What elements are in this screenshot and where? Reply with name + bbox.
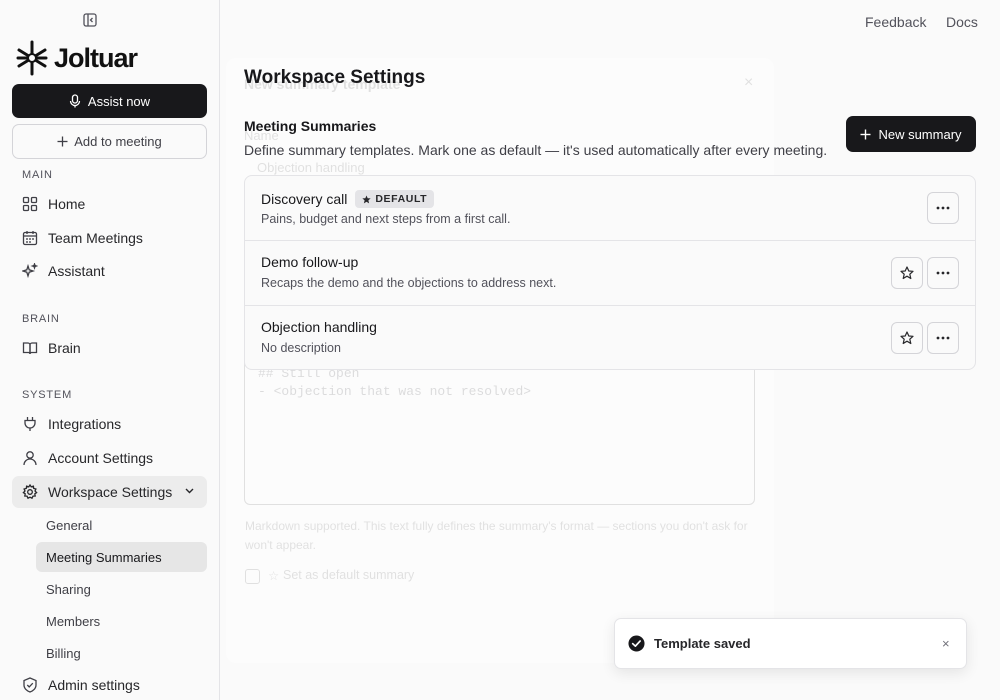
sidebar-subitem-general[interactable]: General [36,510,207,540]
assist-now-button[interactable]: Assist now [12,84,207,118]
section-label-system: SYSTEM [22,389,73,401]
template-more-button[interactable] [927,192,959,224]
sidebar-subitem-sharing[interactable]: Sharing [36,574,207,604]
ghost-outline-line: - <objection that was not resolved> [258,384,532,399]
template-row: Demo follow-up Recaps the demo and the o… [245,240,975,305]
ghost-default-checkbox [245,569,260,584]
sidebar-item-assistant[interactable]: Assistant [12,255,207,287]
plug-icon [24,417,36,431]
template-more-button[interactable] [927,257,959,289]
assist-now-label: Assist now [87,93,151,109]
sidebar-item-label: Assistant [48,263,105,279]
template-row: Discovery call DEFAULT Pains, budget and… [245,176,975,240]
sidebar-toggle-icon [83,13,97,27]
template-more-button[interactable] [927,322,959,354]
template-name: Objection handling [261,319,377,335]
ghost-close-icon: × [744,74,754,91]
sidebar-item-label: Admin settings [48,677,140,693]
section-description: Define summary templates. Mark one as de… [244,142,828,158]
default-badge: DEFAULT [355,190,435,208]
logo-text: Joltuar [54,42,138,73]
sidebar-item-label: Brain [48,340,81,356]
template-description: No description [261,341,341,355]
plus-icon [57,136,68,147]
sparkles-icon [22,263,38,279]
sidebar-item-home[interactable]: Home [12,188,207,220]
new-summary-button[interactable]: New summary [846,116,976,152]
template-name-text: Discovery call [261,191,348,207]
star-icon [900,266,914,280]
microphone-icon [69,94,81,108]
logo: Joltuar [16,40,138,76]
template-description: Recaps the demo and the objections to ad… [261,276,557,290]
sidebar-subitem-billing[interactable]: Billing [36,638,207,668]
template-list: Discovery call DEFAULT Pains, budget and… [244,175,976,370]
chevron-down-icon [185,488,194,494]
sidebar-item-label: Team Meetings [48,230,143,246]
more-horizontal-icon [936,206,950,210]
set-default-button[interactable] [891,257,923,289]
more-horizontal-icon [936,336,950,340]
docs-link[interactable]: Docs [946,14,978,30]
sidebar-item-admin-settings[interactable]: Admin settings [12,669,207,700]
toast-message: Template saved [654,636,751,651]
user-icon [23,451,37,466]
section-label-brain: BRAIN [22,313,60,325]
toast-close-button[interactable]: × [942,637,950,651]
more-horizontal-icon [936,271,950,275]
sidebar-item-label: Home [48,196,86,212]
template-description: Pains, budget and next steps from a firs… [261,212,511,226]
sidebar-collapse-button[interactable] [82,12,98,28]
page-title: Workspace Settings [244,67,426,88]
toast-notification: Template saved × [614,618,967,669]
sidebar-item-workspace-settings[interactable]: Workspace Settings [12,476,207,508]
grid-icon [22,196,38,212]
shield-check-icon [23,677,37,693]
section-title: Meeting Summaries [244,118,377,134]
sidebar: Joltuar Assist now Add to meeting MAIN H… [0,0,220,700]
sidebar-item-label: Integrations [48,416,122,432]
new-summary-label: New summary [878,126,962,142]
add-to-meeting-label: Add to meeting [74,134,162,149]
calendar-icon [22,231,38,246]
sidebar-item-integrations[interactable]: Integrations [12,408,207,440]
ghost-default-checkbox-label: Set as default summary [283,568,415,582]
feedback-link[interactable]: Feedback [865,14,926,30]
star-filled-icon [362,194,371,203]
ghost-help-text: Markdown supported. This text fully defi… [245,519,748,552]
star-icon [900,331,914,345]
plus-icon [860,129,871,139]
sidebar-subitem-members[interactable]: Members [36,606,207,636]
check-circle-icon [628,635,645,652]
template-name: Discovery call DEFAULT [261,190,435,208]
book-icon [22,342,38,355]
ghost-star-icon: ☆ [268,569,280,583]
template-row: Objection handling No description [245,305,975,369]
sidebar-subitem-meeting-summaries[interactable]: Meeting Summaries [36,542,207,572]
set-default-button[interactable] [891,322,923,354]
gear-icon [22,484,38,500]
sidebar-item-brain[interactable]: Brain [12,332,207,364]
sidebar-item-label: Workspace Settings [48,484,173,500]
template-name: Demo follow-up [261,254,359,270]
add-to-meeting-button[interactable]: Add to meeting [12,124,207,159]
sidebar-item-account-settings[interactable]: Account Settings [12,442,207,474]
sidebar-item-label: Account Settings [48,450,154,466]
sidebar-item-team-meetings[interactable]: Team Meetings [12,222,207,254]
default-badge-text: DEFAULT [375,193,428,205]
logo-mark-icon [16,40,48,76]
ghost-name-value: Objection handling [257,160,365,175]
section-label-main: MAIN [22,169,53,181]
